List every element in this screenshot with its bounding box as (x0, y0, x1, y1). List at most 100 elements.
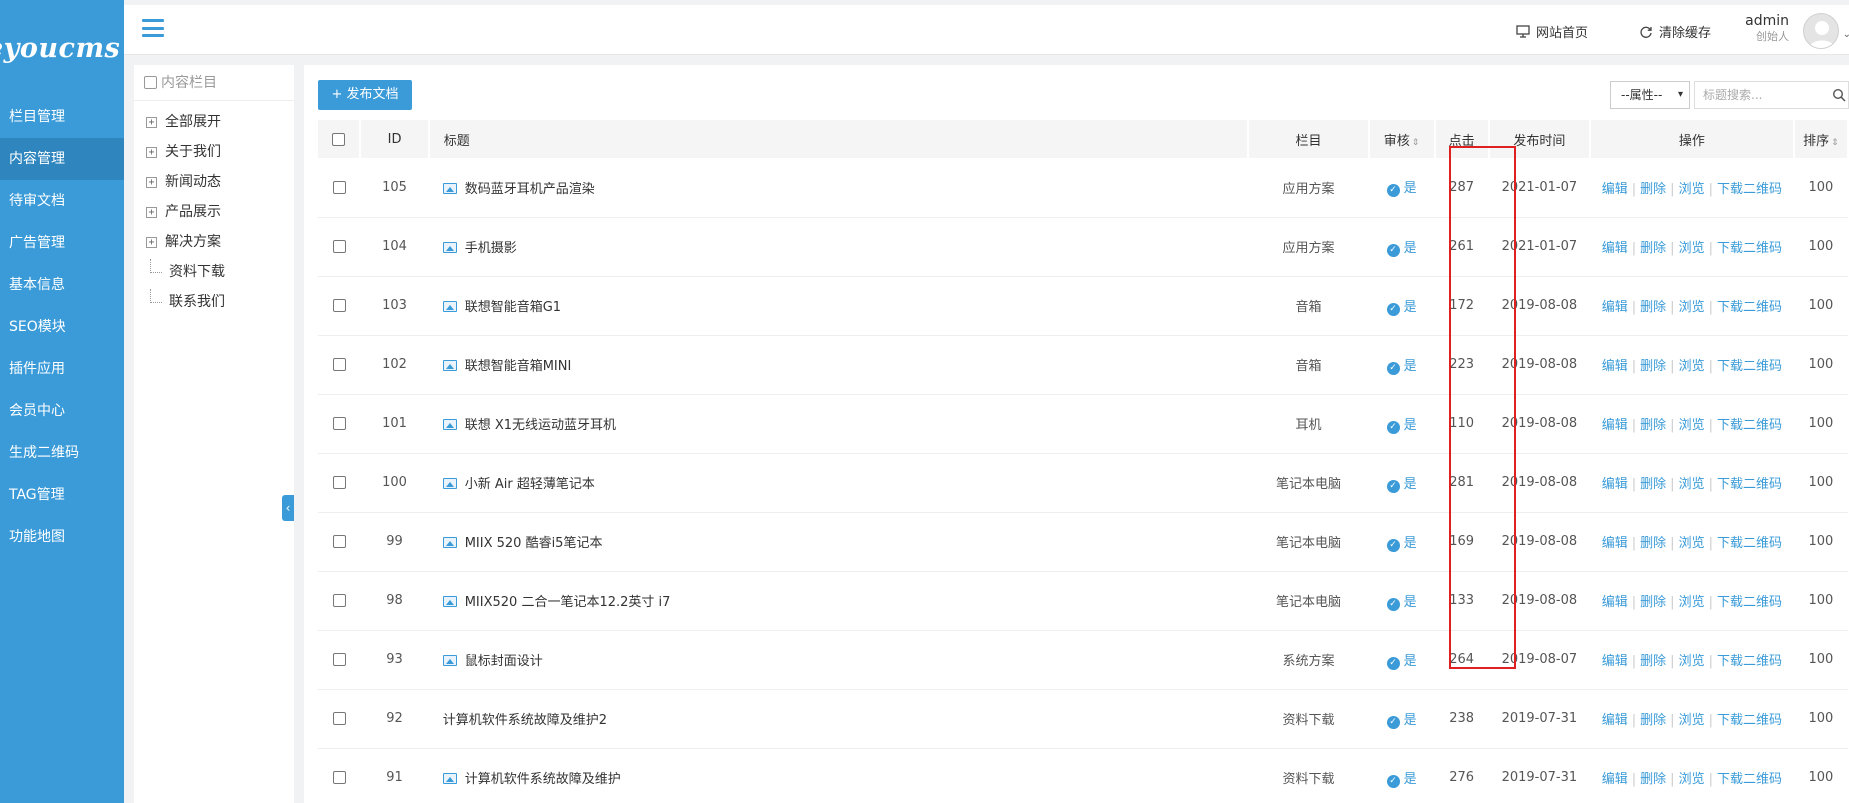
row-title[interactable]: 联想智能音箱G1 (465, 300, 561, 315)
edit-link[interactable]: 编辑 (1602, 477, 1628, 492)
row-checkbox[interactable] (332, 240, 346, 253)
row-title[interactable]: 数码蓝牙耳机产品渲染 (465, 182, 595, 197)
sidebar-item[interactable]: 基本信息 (0, 264, 124, 306)
row-title[interactable]: 小新 Air 超轻薄笔记本 (465, 477, 595, 492)
sidebar-item[interactable]: 功能地图 (0, 516, 124, 558)
row-title[interactable]: 计算机软件系统故障及维护 (465, 772, 621, 787)
row-audit[interactable]: ✓ 是 (1368, 276, 1435, 336)
delete-link[interactable]: 删除 (1640, 713, 1666, 728)
row-checkbox[interactable] (332, 417, 346, 430)
tree-item[interactable]: + 新闻动态 (134, 167, 294, 197)
sidebar-item[interactable]: 内容管理 (0, 138, 124, 180)
download-qrcode-link[interactable]: 下载二维码 (1717, 536, 1782, 551)
expand-icon[interactable]: + (146, 206, 157, 218)
view-link[interactable]: 浏览 (1679, 477, 1705, 492)
row-title[interactable]: MIIX 520 酷睿i5笔记本 (465, 536, 603, 551)
delete-link[interactable]: 删除 (1640, 536, 1666, 551)
row-sort[interactable]: 100 (1793, 512, 1848, 572)
row-audit[interactable]: ✓ 是 (1368, 630, 1435, 690)
view-link[interactable]: 浏览 (1679, 713, 1705, 728)
row-sort[interactable]: 100 (1793, 453, 1848, 513)
publish-document-button[interactable]: + 发布文档 (318, 80, 412, 110)
sidebar-item[interactable]: 生成二维码 (0, 432, 124, 474)
row-audit[interactable]: ✓ 是 (1368, 158, 1435, 218)
view-link[interactable]: 浏览 (1679, 182, 1705, 197)
tree-item[interactable]: 联系我们 (134, 287, 294, 317)
header-audit[interactable]: 审核 ⇕ (1368, 120, 1436, 158)
row-title[interactable]: 联想 X1无线运动蓝牙耳机 (465, 418, 616, 433)
download-qrcode-link[interactable]: 下载二维码 (1717, 182, 1782, 197)
row-sort[interactable]: 100 (1793, 630, 1848, 690)
row-audit[interactable]: ✓ 是 (1368, 512, 1435, 572)
edit-link[interactable]: 编辑 (1602, 713, 1628, 728)
row-title[interactable]: MIIX520 二合一笔记本12.2英寸 i7 (465, 595, 671, 610)
delete-link[interactable]: 删除 (1640, 477, 1666, 492)
row-sort[interactable]: 100 (1793, 394, 1848, 454)
view-link[interactable]: 浏览 (1679, 772, 1705, 787)
view-link[interactable]: 浏览 (1679, 595, 1705, 610)
delete-link[interactable]: 删除 (1640, 182, 1666, 197)
row-title[interactable]: 手机摄影 (465, 241, 517, 256)
row-audit[interactable]: ✓ 是 (1368, 453, 1435, 513)
title-search-input[interactable]: 标题搜索... (1694, 81, 1849, 109)
row-checkbox[interactable] (332, 358, 346, 371)
row-checkbox[interactable] (332, 653, 346, 666)
download-qrcode-link[interactable]: 下载二维码 (1717, 595, 1782, 610)
edit-link[interactable]: 编辑 (1602, 654, 1628, 669)
download-qrcode-link[interactable]: 下载二维码 (1717, 477, 1782, 492)
tree-item[interactable]: + 关于我们 (134, 137, 294, 167)
view-link[interactable]: 浏览 (1679, 418, 1705, 433)
row-audit[interactable]: ✓ 是 (1368, 748, 1435, 803)
sidebar-item[interactable]: SEO模块 (0, 306, 124, 348)
row-title[interactable]: 鼠标封面设计 (465, 654, 543, 669)
search-icon[interactable] (1832, 88, 1846, 102)
row-checkbox[interactable] (332, 180, 346, 194)
sidebar-item[interactable]: 待审文档 (0, 180, 124, 222)
row-sort[interactable]: 100 (1793, 571, 1848, 631)
row-sort[interactable]: 100 (1793, 158, 1848, 218)
logo[interactable]: eyoucms (0, 0, 124, 96)
sidebar-item[interactable]: 会员中心 (0, 390, 124, 432)
edit-link[interactable]: 编辑 (1602, 536, 1628, 551)
download-qrcode-link[interactable]: 下载二维码 (1717, 418, 1782, 433)
sidebar-item[interactable]: 栏目管理 (0, 96, 124, 138)
edit-link[interactable]: 编辑 (1602, 182, 1628, 197)
edit-link[interactable]: 编辑 (1602, 772, 1628, 787)
delete-link[interactable]: 删除 (1640, 654, 1666, 669)
edit-link[interactable]: 编辑 (1602, 595, 1628, 610)
download-qrcode-link[interactable]: 下载二维码 (1717, 300, 1782, 315)
delete-link[interactable]: 删除 (1640, 241, 1666, 256)
row-checkbox[interactable] (332, 299, 346, 312)
view-link[interactable]: 浏览 (1679, 241, 1705, 256)
row-audit[interactable]: ✓ 是 (1368, 335, 1435, 395)
expand-icon[interactable]: + (146, 236, 157, 248)
sidebar-item[interactable]: TAG管理 (0, 474, 124, 516)
row-title[interactable]: 计算机软件系统故障及维护2 (443, 713, 607, 728)
website-home-link[interactable]: 网站首页 (1516, 22, 1588, 41)
row-sort[interactable]: 100 (1793, 689, 1848, 749)
select-all-checkbox[interactable] (332, 132, 346, 146)
tree-item[interactable]: + 产品展示 (134, 197, 294, 227)
edit-link[interactable]: 编辑 (1602, 300, 1628, 315)
tree-item[interactable]: + 解决方案 (134, 227, 294, 257)
row-sort[interactable]: 100 (1793, 335, 1848, 395)
row-title[interactable]: 联想智能音箱MINI (465, 359, 572, 374)
delete-link[interactable]: 删除 (1640, 595, 1666, 610)
download-qrcode-link[interactable]: 下载二维码 (1717, 772, 1782, 787)
row-checkbox[interactable] (332, 771, 346, 784)
download-qrcode-link[interactable]: 下载二维码 (1717, 359, 1782, 374)
delete-link[interactable]: 删除 (1640, 772, 1666, 787)
download-qrcode-link[interactable]: 下载二维码 (1717, 654, 1782, 669)
view-link[interactable]: 浏览 (1679, 300, 1705, 315)
view-link[interactable]: 浏览 (1679, 536, 1705, 551)
row-checkbox[interactable] (332, 594, 346, 607)
view-link[interactable]: 浏览 (1679, 654, 1705, 669)
avatar[interactable] (1803, 13, 1839, 49)
edit-link[interactable]: 编辑 (1602, 418, 1628, 433)
clear-cache-link[interactable]: 清除缓存 (1639, 22, 1711, 41)
row-audit[interactable]: ✓ 是 (1368, 394, 1435, 454)
download-qrcode-link[interactable]: 下载二维码 (1717, 713, 1782, 728)
chevron-down-icon[interactable]: ⌄ (1843, 29, 1849, 40)
row-sort[interactable]: 100 (1793, 217, 1848, 277)
row-checkbox[interactable] (332, 712, 346, 725)
